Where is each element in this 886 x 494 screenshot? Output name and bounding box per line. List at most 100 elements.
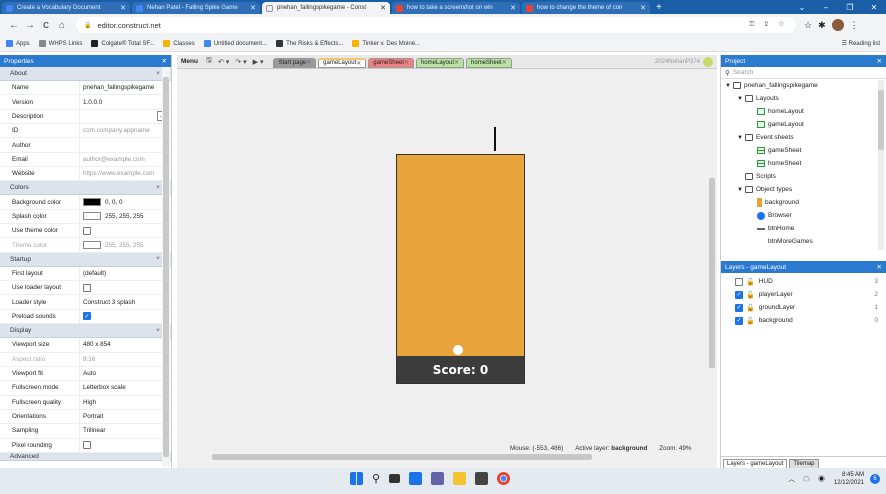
property-value[interactable]: [80, 138, 171, 151]
browser-tab[interactable]: pnehan_fallingspikegame - Const ✕: [262, 2, 390, 14]
color-swatch[interactable]: [83, 198, 101, 207]
section-colors[interactable]: Colors ▼: [0, 181, 171, 196]
tree-item[interactable]: Scripts: [721, 170, 886, 183]
tree-item[interactable]: background: [721, 196, 886, 209]
chrome-icon[interactable]: [497, 472, 511, 485]
tree-item[interactable]: gameSheet: [721, 144, 886, 157]
bookmark-item[interactable]: Classes: [163, 40, 195, 47]
lock-icon[interactable]: 🔓: [746, 278, 755, 286]
widgets-icon[interactable]: [409, 472, 423, 485]
expand-icon[interactable]: ▼: [737, 96, 745, 102]
color-swatch[interactable]: [83, 212, 101, 221]
close-icon[interactable]: ✕: [877, 263, 882, 271]
tree-item[interactable]: btnHome: [721, 222, 886, 235]
property-value[interactable]: Trilinear⌄: [80, 424, 171, 437]
layer-row[interactable]: ✓ 🔓 groundLayer 1: [721, 301, 886, 314]
search-icon[interactable]: ⚲: [372, 472, 380, 485]
bookmark-item[interactable]: WHPS Links: [38, 40, 82, 47]
property-value[interactable]: author@example.com: [80, 153, 171, 166]
checkbox[interactable]: [83, 441, 91, 450]
property-value[interactable]: com.company.appname: [80, 124, 171, 137]
properties-scrollbar[interactable]: [162, 67, 170, 467]
notification-badge[interactable]: 6: [870, 474, 880, 484]
minimize-button[interactable]: –: [814, 3, 838, 12]
layer-row[interactable]: ✓ 🔓 background 0: [721, 314, 886, 327]
address-action-icons[interactable]: ⚿ ⇪ ☆: [749, 21, 788, 29]
expand-icon[interactable]: ▼: [737, 135, 745, 141]
menu-button[interactable]: Menu: [181, 58, 198, 65]
bookmark-item[interactable]: Apps: [6, 40, 30, 47]
tree-item[interactable]: ▼ pnehan_fallingspikegame: [721, 79, 886, 92]
bookmark-item[interactable]: Colgate® Total SF...: [91, 40, 154, 47]
lock-icon[interactable]: 🔓: [746, 317, 755, 325]
tree-item[interactable]: ▼ Event sheets: [721, 131, 886, 144]
property-value[interactable]: 255, 255, 255: [80, 210, 171, 223]
bookmark-item[interactable]: Tinker v. Des Moine...: [352, 40, 420, 47]
editor-tab[interactable]: homeLayout ✕: [415, 57, 465, 68]
bookmark-item[interactable]: Untitled document...: [203, 40, 267, 47]
close-icon[interactable]: ✕: [162, 57, 167, 65]
browser-tab[interactable]: how to change the theme of con ✕: [522, 2, 650, 14]
redo-icon[interactable]: ↷ ▾: [235, 58, 246, 66]
close-icon[interactable]: ✕: [454, 59, 459, 66]
layer-row[interactable]: ✓ 🔓 playerLayer 2: [721, 288, 886, 301]
spike-sprite[interactable]: [494, 127, 496, 151]
tree-item[interactable]: homeSheet: [721, 157, 886, 170]
game-layout-area[interactable]: Score: 0: [396, 154, 525, 384]
close-icon[interactable]: ✕: [120, 4, 126, 12]
canvas-vertical-scrollbar[interactable]: [707, 70, 717, 452]
store-icon[interactable]: [475, 472, 489, 485]
property-value[interactable]: Auto⌄: [80, 367, 171, 380]
property-value[interactable]: Letterbox scale⌄: [80, 381, 171, 394]
bookmark-item[interactable]: The Risks & Effects...: [276, 40, 343, 47]
new-tab-button[interactable]: +: [656, 2, 662, 14]
section-display[interactable]: Display ▼: [0, 324, 171, 339]
close-icon[interactable]: ✕: [306, 59, 311, 66]
editor-tab[interactable]: gameLayout ✕: [318, 57, 367, 68]
url-field[interactable]: 🔒 editor.construct.net ⚿ ⇪ ☆: [76, 17, 796, 33]
editor-tab[interactable]: homeSheet ✕: [466, 57, 512, 68]
checkbox[interactable]: [83, 226, 91, 235]
property-value[interactable]: 255, 255, 255: [80, 238, 171, 251]
property-value[interactable]: [80, 439, 171, 452]
checkbox[interactable]: [83, 283, 91, 292]
task-view-icon[interactable]: [389, 474, 401, 483]
editor-tab[interactable]: gameSheet ✕: [368, 57, 414, 68]
checkbox[interactable]: ✓: [83, 312, 91, 321]
score-bar[interactable]: Score: 0: [397, 356, 524, 383]
section-advanced[interactable]: Advanced: [0, 452, 171, 461]
avatar[interactable]: [831, 19, 844, 31]
layer-row[interactable]: 🔓 HUD 3: [721, 275, 886, 288]
property-value[interactable]: High⌄: [80, 396, 171, 409]
tree-item[interactable]: homeLayout: [721, 105, 886, 118]
visibility-checkbox[interactable]: ✓: [735, 290, 743, 299]
undo-icon[interactable]: ↶ ▾: [218, 58, 229, 66]
property-value[interactable]: https://www.example.com: [80, 167, 171, 180]
more-menu-icon[interactable]: ⋮: [850, 20, 859, 31]
property-value[interactable]: [80, 281, 171, 294]
property-value[interactable]: [80, 224, 171, 237]
collapse-icon[interactable]: ▼: [155, 71, 161, 77]
property-value[interactable]: pnehan_fallingspikegame: [80, 81, 171, 94]
visibility-checkbox[interactable]: [735, 277, 743, 286]
user-avatar[interactable]: [703, 56, 713, 67]
project-scrollbar[interactable]: [878, 80, 884, 250]
close-icon[interactable]: ✕: [380, 4, 386, 12]
lock-icon[interactable]: 🔓: [746, 291, 755, 299]
maximize-button[interactable]: ❐: [838, 3, 862, 12]
home-button[interactable]: ⌂: [54, 20, 70, 31]
reload-button[interactable]: C: [38, 21, 54, 30]
clock[interactable]: 8:45 AM 12/12/2021: [834, 471, 864, 487]
file-explorer-icon[interactable]: [453, 472, 467, 485]
section-startup[interactable]: Startup ▼: [0, 252, 171, 267]
reading-list-button[interactable]: ☰ Reading list: [842, 40, 880, 47]
property-value[interactable]: 9:16: [80, 353, 171, 366]
expand-icon[interactable]: ▼: [737, 187, 745, 193]
collapse-icon[interactable]: ▼: [155, 185, 161, 191]
property-value[interactable]: Portrait⌄: [80, 410, 171, 423]
collapse-icon[interactable]: ▼: [155, 328, 161, 334]
tree-item[interactable]: gameLayout: [721, 118, 886, 131]
browser-tab[interactable]: Create a Vocabulary Document ✕: [2, 2, 130, 14]
property-value[interactable]: 480 x 854: [80, 338, 171, 351]
close-icon[interactable]: ✕: [356, 60, 361, 67]
